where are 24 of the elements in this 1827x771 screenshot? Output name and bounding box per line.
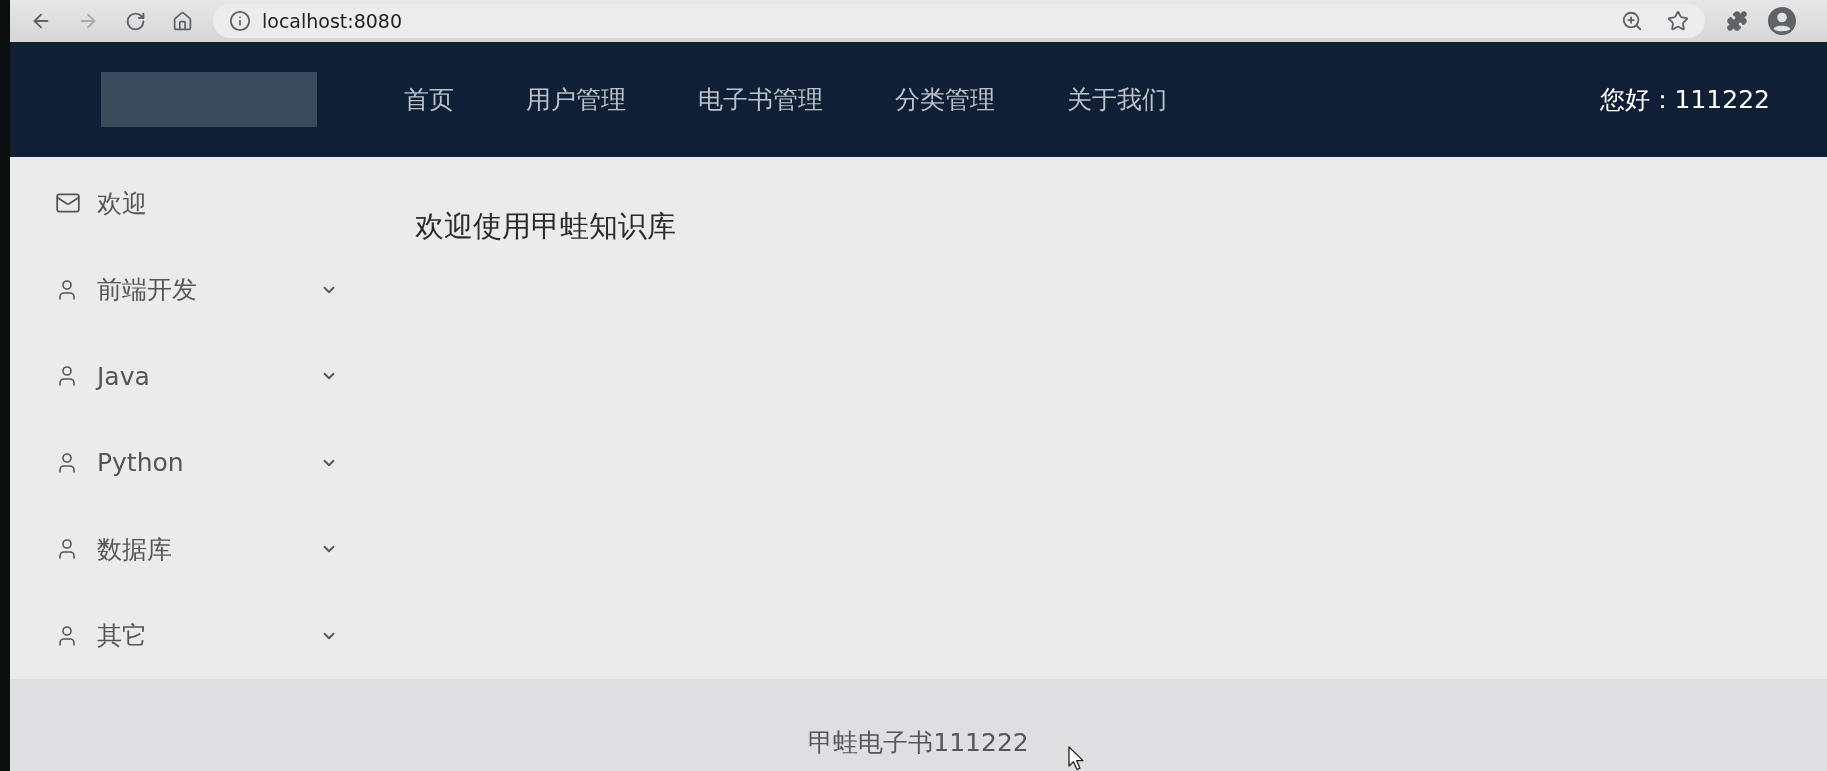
- sidebar-menu-item[interactable]: 欢迎: [10, 160, 380, 247]
- home-icon: [171, 10, 193, 32]
- sidebar-menu-item[interactable]: 其它: [10, 592, 380, 679]
- footer-text: 甲蛙电子书111222: [808, 726, 1029, 759]
- star-icon[interactable]: [1667, 10, 1689, 32]
- sidebar-menu-item[interactable]: Java: [10, 333, 380, 420]
- url-text: localhost:8080: [262, 10, 404, 32]
- zoom-icon[interactable]: [1621, 10, 1643, 32]
- user-greeting: 您好：111222: [1599, 84, 1770, 116]
- avatar-icon[interactable]: [1768, 7, 1796, 35]
- nav-menu-item[interactable]: 首页: [368, 42, 490, 157]
- puzzle-icon[interactable]: [1726, 10, 1748, 32]
- cursor-icon: [1068, 746, 1085, 771]
- nav-menu-item[interactable]: 电子书管理: [662, 42, 859, 157]
- sidebar-menu-item[interactable]: 前端开发: [10, 246, 380, 333]
- nav-menu-item[interactable]: 用户管理: [490, 42, 662, 157]
- reload-icon: [124, 10, 146, 32]
- sidebar-menu-item[interactable]: 数据库: [10, 506, 380, 593]
- address-bar[interactable]: localhost:8080: [213, 4, 1705, 38]
- sidebar-menu-item[interactable]: Python: [10, 419, 380, 506]
- welcome-title: 欢迎使用甲蛙知识库: [415, 209, 676, 244]
- info-icon[interactable]: [229, 10, 251, 32]
- nav-menu-item[interactable]: 关于我们: [1031, 42, 1203, 157]
- nav-menu-item[interactable]: 分类管理: [859, 42, 1031, 157]
